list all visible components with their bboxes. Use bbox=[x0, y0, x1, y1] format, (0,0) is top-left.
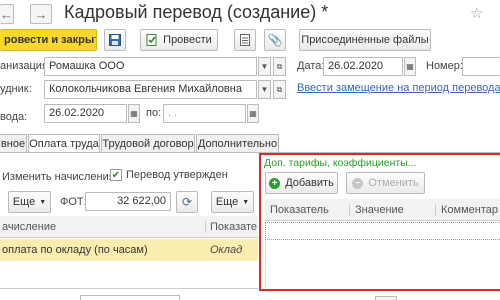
paperclip-icon: 📎 bbox=[267, 33, 283, 47]
bottom-field-stub bbox=[80, 295, 180, 300]
tab-main[interactable]: вное bbox=[0, 134, 27, 152]
post-and-close-button[interactable]: ровести и закрыть bbox=[0, 29, 97, 51]
post-doc-icon bbox=[146, 34, 157, 46]
add-label: Добавить bbox=[285, 177, 334, 189]
date-field[interactable]: 26.02.2020 bbox=[323, 57, 403, 76]
fot-label: ФОТ: bbox=[60, 196, 87, 208]
accruals-table-header: ачисление Показате bbox=[0, 216, 258, 238]
checkmark-icon: ✔ bbox=[111, 169, 121, 181]
window-title: Кадровый перевод (создание) * bbox=[64, 2, 329, 22]
cancel-button[interactable]: − Отменить bbox=[346, 172, 425, 194]
transfer-approved-checkbox[interactable]: ✔ bbox=[110, 169, 122, 181]
row-indicator-cell: Оклад bbox=[210, 244, 243, 256]
organization-dropdown-button[interactable]: ▼ bbox=[258, 57, 271, 76]
transfer-to-calendar-button[interactable]: ▦ bbox=[247, 104, 259, 123]
replacement-link[interactable]: Ввести замещение на период перевода bbox=[297, 82, 500, 94]
cancel-label: Отменить bbox=[368, 177, 419, 189]
minus-icon: − bbox=[352, 177, 364, 189]
floppy-disk-icon bbox=[109, 34, 121, 46]
date-label: Дата: bbox=[297, 60, 325, 72]
left-table-bottom-border bbox=[0, 288, 258, 289]
calendar-icon: ▦ bbox=[130, 109, 138, 118]
favorite-star-icon[interactable]: ☆ bbox=[470, 4, 483, 22]
number-label: Номер: bbox=[426, 60, 463, 72]
refresh-button[interactable]: ⟳ bbox=[176, 191, 198, 213]
fot-field[interactable]: 32 622,00 bbox=[85, 192, 171, 211]
employee-dropdown-button[interactable]: ▼ bbox=[258, 80, 271, 99]
save-button[interactable] bbox=[104, 29, 126, 51]
chevron-down-icon: ▼ bbox=[242, 198, 250, 206]
chevron-down-icon: ▼ bbox=[260, 85, 269, 94]
chevron-down-icon: ▼ bbox=[39, 198, 47, 206]
organization-open-button[interactable]: ⧉ bbox=[273, 57, 286, 76]
organization-label: анизация: bbox=[0, 60, 44, 72]
calendar-icon: ▦ bbox=[406, 62, 414, 71]
forward-button[interactable]: → bbox=[30, 4, 52, 24]
number-field[interactable] bbox=[462, 57, 500, 76]
attach-button[interactable]: 📎 bbox=[264, 29, 286, 51]
col-accrual-header[interactable]: ачисление bbox=[0, 221, 205, 233]
more-button-right[interactable]: Еще ▼ bbox=[211, 191, 254, 213]
tab-pay[interactable]: Оплата труда bbox=[28, 134, 100, 153]
transfer-from-calendar-button[interactable]: ▦ bbox=[128, 104, 140, 123]
row-accrual-cell: оплата по окладу (по часам) bbox=[2, 244, 148, 256]
chevron-down-icon: ▼ bbox=[260, 62, 269, 71]
more-button-left[interactable]: Еще ▼ bbox=[8, 191, 51, 213]
employee-open-button[interactable]: ⧉ bbox=[273, 80, 286, 99]
col-value-header[interactable]: Значение bbox=[349, 203, 435, 216]
open-icon: ⧉ bbox=[276, 61, 283, 71]
more-label-right: Еще bbox=[215, 196, 239, 208]
extra-tariffs-header[interactable]: Доп. тарифы, коэффициенты... bbox=[264, 157, 417, 169]
document-icon bbox=[240, 34, 250, 46]
bottom-button-stub bbox=[375, 296, 397, 300]
calendar-icon: ▦ bbox=[249, 109, 257, 118]
employee-field[interactable]: Колокольчикова Евгения Михайловна bbox=[44, 80, 257, 99]
col-indicator-header-right[interactable]: Показатель bbox=[265, 204, 349, 216]
transfer-to-label: по: bbox=[146, 107, 162, 119]
tab-labor-contract[interactable]: Трудовой договор bbox=[101, 134, 195, 152]
post-button[interactable]: Провести bbox=[140, 29, 218, 51]
document-list-button[interactable] bbox=[234, 29, 256, 51]
extra-table-header: Показатель Значение Комментар bbox=[265, 199, 500, 221]
col-indicator-header[interactable]: Показате bbox=[205, 220, 258, 233]
more-label: Еще bbox=[12, 196, 36, 208]
change-accruals-checkbox-row[interactable]: Изменить начисления bbox=[2, 171, 115, 183]
table-row[interactable]: оплата по окладу (по часам) Оклад bbox=[0, 239, 258, 261]
transfer-approved-label: Перевод утвержден bbox=[126, 169, 228, 181]
attached-files-button[interactable]: Присоединенные файлы bbox=[299, 29, 431, 51]
change-accruals-label: Изменить начисления bbox=[2, 171, 115, 183]
transfer-approved-checkbox-row[interactable]: ✔ Перевод утвержден bbox=[110, 169, 228, 181]
extra-table-empty-row[interactable] bbox=[265, 222, 500, 240]
arrow-right-icon: → bbox=[34, 6, 48, 22]
open-icon: ⧉ bbox=[276, 84, 283, 94]
post-button-label: Провести bbox=[163, 34, 212, 46]
employee-label: удник: bbox=[0, 83, 32, 95]
extra-table-body bbox=[265, 240, 500, 288]
transfer-to-field[interactable]: . . bbox=[163, 104, 246, 123]
refresh-icon: ⟳ bbox=[181, 195, 193, 209]
col-comment-header[interactable]: Комментар bbox=[435, 203, 500, 216]
date-calendar-button[interactable]: ▦ bbox=[404, 57, 416, 76]
arrow-left-icon: ← bbox=[0, 6, 13, 22]
tab-additional[interactable]: Дополнительно bbox=[196, 134, 279, 152]
plus-icon: + bbox=[269, 177, 281, 189]
back-button[interactable]: ← bbox=[0, 4, 14, 24]
add-button[interactable]: + Добавить bbox=[265, 172, 338, 194]
transfer-from-field[interactable]: 26.02.2020 bbox=[44, 104, 127, 123]
transfer-label: вода: bbox=[0, 111, 28, 123]
organization-field[interactable]: Ромашка ООО bbox=[44, 57, 257, 76]
